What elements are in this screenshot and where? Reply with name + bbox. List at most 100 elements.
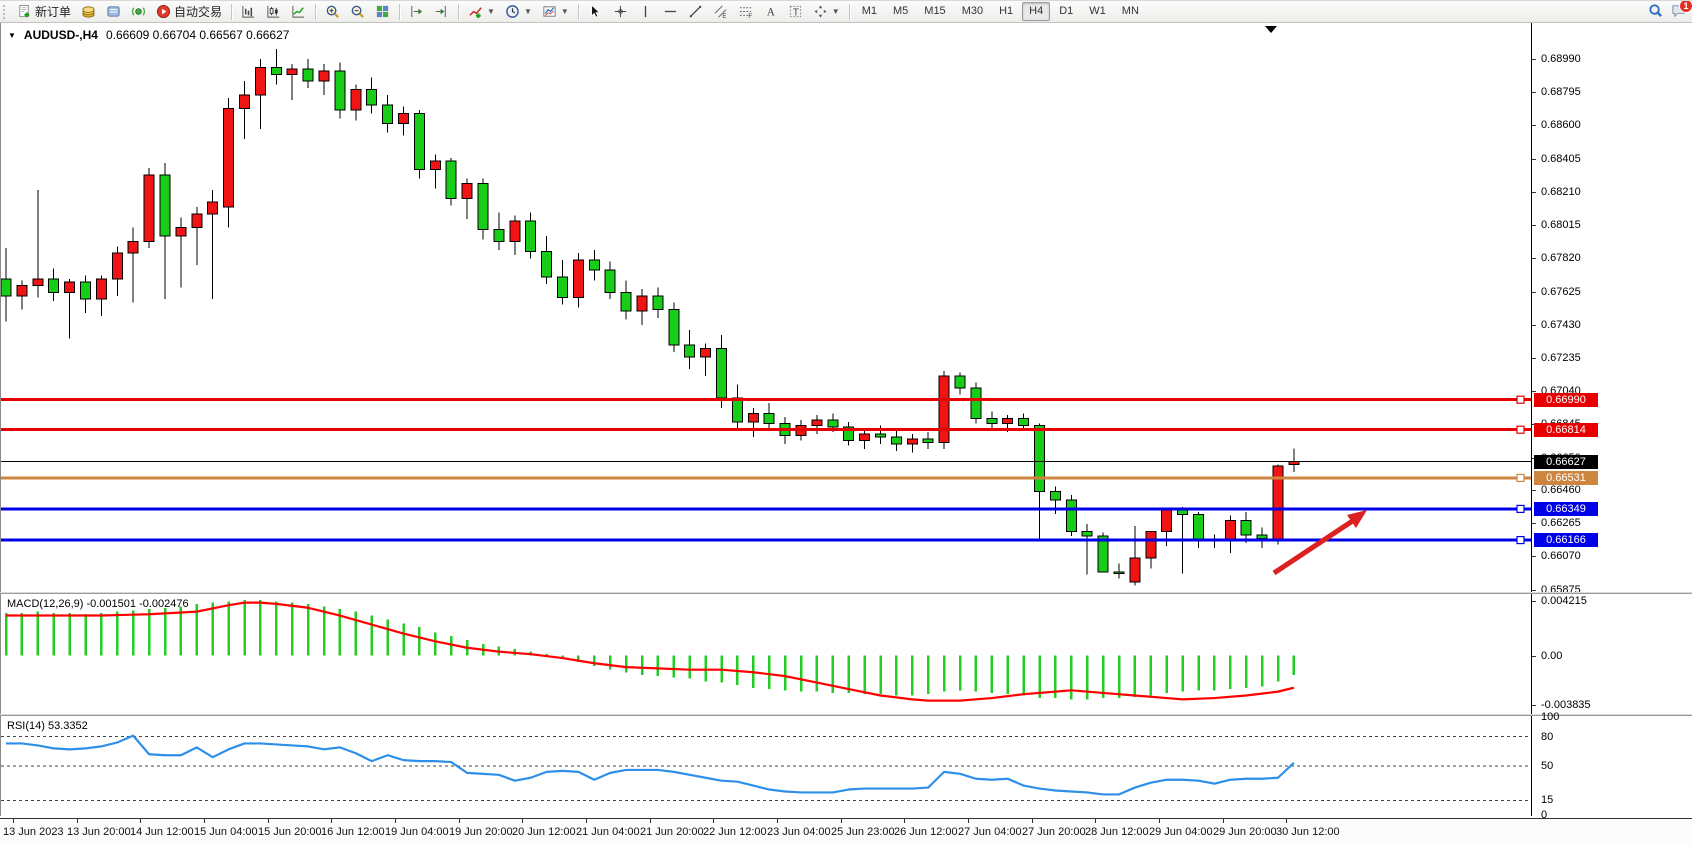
macd-panel: MACD(12,26,9) -0.001501 -0.002476 0.0042… [0, 594, 1692, 714]
timeframe-d1-button[interactable]: D1 [1052, 2, 1080, 21]
time-tick-label: 21 Jun 20:00 [640, 826, 704, 838]
svg-text:A: A [767, 7, 776, 19]
text-button[interactable]: A [758, 1, 783, 22]
arrows-icon [813, 4, 828, 19]
timeframe-h1-button[interactable]: H1 [992, 2, 1020, 21]
price-tick-label: 0.68795 [1541, 86, 1581, 98]
crosshair-icon [613, 4, 628, 19]
chart-title: ▼ AUDUSD-,H4 0.66609 0.66704 0.66567 0.6… [8, 28, 289, 42]
time-tick-label: 26 Jun 12:00 [894, 826, 958, 838]
time-tick-label: 25 Jun 23:00 [831, 826, 895, 838]
auto-trading-button[interactable]: 自动交易 [151, 1, 227, 22]
data-window-button[interactable] [101, 1, 126, 22]
time-tick-label: 15 Jun 04:00 [194, 826, 258, 838]
new-order-button[interactable]: 新订单 [12, 1, 76, 22]
tile-windows-button[interactable] [370, 1, 395, 22]
market-watch-button[interactable] [76, 1, 101, 22]
price-level-badge: 0.66166 [1534, 533, 1598, 547]
cursor-button[interactable] [583, 1, 608, 22]
new-order-icon [17, 4, 32, 19]
time-tick-label: 19 Jun 04:00 [385, 826, 449, 838]
macd-tick-label: -0.003835 [1541, 699, 1591, 711]
timeframe-m1-button[interactable]: M1 [855, 2, 884, 21]
line-chart-icon [291, 4, 306, 19]
time-tick-label: 20 Jun 12:00 [512, 826, 576, 838]
text-label-button[interactable]: T [783, 1, 808, 22]
fibonacci-icon: F [738, 4, 753, 19]
timeframe-group: M1M5M15M30H1H4D1W1MN [854, 1, 1147, 22]
rsi-chart-canvas[interactable] [1, 716, 1532, 816]
collapse-icon[interactable]: ▼ [8, 31, 16, 40]
indicators-button[interactable]: ▼ [463, 1, 500, 22]
bar-chart-button[interactable] [236, 1, 261, 22]
time-tick-label: 29 Jun 04:00 [1149, 826, 1213, 838]
trendline-button[interactable] [683, 1, 708, 22]
price-level-badge: 0.66990 [1534, 393, 1598, 407]
fibonacci-button[interactable]: F [733, 1, 758, 22]
vertical-line-button[interactable] [633, 1, 658, 22]
rsi-panel: RSI(14) 53.3352 1008050150 [0, 716, 1692, 816]
time-tick-label: 13 Jun 2023 [3, 826, 64, 838]
chat-icon[interactable]: 1 [1671, 3, 1686, 21]
templates-button[interactable]: ▼ [537, 1, 574, 22]
periods-button[interactable]: ▼ [500, 1, 537, 22]
rsi-tick-label: 50 [1541, 760, 1553, 772]
navigator-button[interactable] [126, 1, 151, 22]
chevron-down-icon: ▼ [524, 7, 532, 16]
time-tick-label: 14 Jun 12:00 [130, 826, 194, 838]
candlestick-chart-button[interactable] [261, 1, 286, 22]
time-tick-label: 23 Jun 04:00 [767, 826, 831, 838]
price-tick-label: 0.66460 [1541, 484, 1581, 496]
chart-shift-marker[interactable] [1265, 26, 1277, 33]
rsi-tick-label: 15 [1541, 794, 1553, 806]
text-icon: A [763, 4, 778, 19]
data-window-icon [106, 4, 121, 19]
chart-shift-icon [434, 4, 449, 19]
timeframe-m15-button[interactable]: M15 [917, 2, 952, 21]
timeframe-m30-button[interactable]: M30 [955, 2, 990, 21]
time-axis[interactable]: 13 Jun 202313 Jun 20:0014 Jun 12:0015 Ju… [0, 818, 1692, 845]
price-level-badge: 0.66349 [1534, 502, 1598, 516]
line-chart-button[interactable] [286, 1, 311, 22]
price-tick-label: 0.67235 [1541, 352, 1581, 364]
zoom-out-button[interactable] [345, 1, 370, 22]
trendline-icon [688, 4, 703, 19]
timeframe-m5-button[interactable]: M5 [886, 2, 915, 21]
vertical-line-icon [638, 4, 653, 19]
periods-icon [505, 4, 520, 19]
timeframe-mn-button[interactable]: MN [1115, 2, 1146, 21]
crosshair-button[interactable] [608, 1, 633, 22]
time-tick-label: 27 Jun 04:00 [958, 826, 1022, 838]
auto-scroll-button[interactable] [404, 1, 429, 22]
navigator-icon [131, 4, 146, 19]
candlestick-chart-canvas[interactable] [1, 23, 1532, 592]
zoom-in-button[interactable] [320, 1, 345, 22]
price-tick-label: 0.67430 [1541, 319, 1581, 331]
time-tick-label: 30 Jun 12:00 [1276, 826, 1340, 838]
indicators-icon [468, 4, 483, 19]
macd-chart-canvas[interactable] [1, 594, 1532, 714]
macd-tick-label: 0.00 [1541, 650, 1562, 662]
price-tick-label: 0.68600 [1541, 119, 1581, 131]
arrows-button[interactable]: ▼ [808, 1, 845, 22]
text-label-icon: T [788, 4, 803, 19]
search-icon[interactable] [1648, 3, 1663, 21]
ohlc-values: 0.66609 0.66704 0.66567 0.66627 [106, 28, 290, 42]
horizontal-line-button[interactable] [658, 1, 683, 22]
chart-shift-button[interactable] [429, 1, 454, 22]
zoom-out-icon [350, 4, 365, 19]
rsi-tick-label: 100 [1541, 711, 1559, 723]
chevron-down-icon: ▼ [561, 7, 569, 16]
equidistant-channel-button[interactable]: E [708, 1, 733, 22]
timeframe-w1-button[interactable]: W1 [1082, 2, 1113, 21]
macd-tick-label: 0.004215 [1541, 595, 1587, 607]
svg-text:F: F [748, 13, 752, 19]
price-tick-label: 0.66265 [1541, 517, 1581, 529]
tile-windows-icon [375, 4, 390, 19]
toolbar-grip[interactable] [3, 5, 9, 19]
rsi-label: RSI(14) 53.3352 [7, 720, 88, 732]
timeframe-h4-button[interactable]: H4 [1022, 2, 1050, 21]
svg-text:E: E [722, 13, 726, 19]
trend-arrow[interactable] [1274, 518, 1357, 573]
time-tick-label: 29 Jun 20:00 [1213, 826, 1277, 838]
